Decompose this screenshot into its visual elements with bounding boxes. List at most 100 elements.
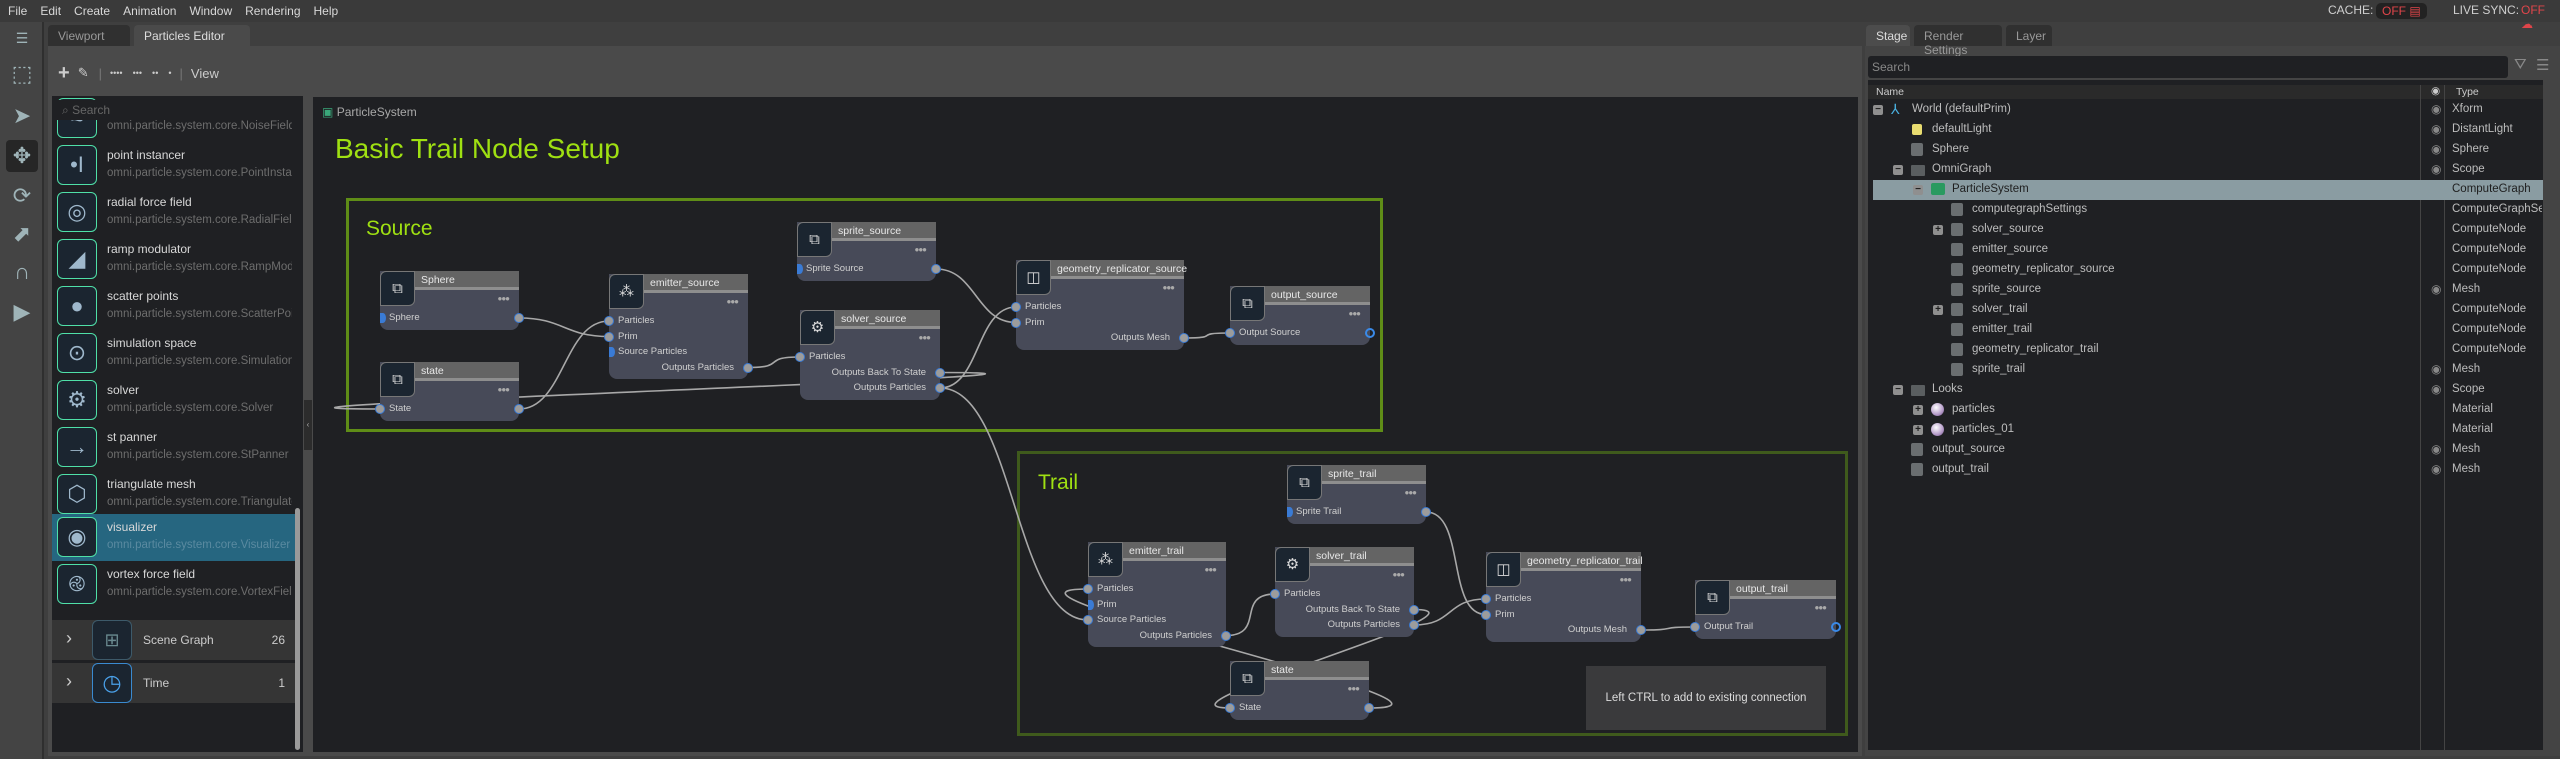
expand-plus-icon[interactable]: + <box>1913 405 1923 415</box>
rotate-icon[interactable]: ⟳ <box>6 180 38 212</box>
cache-toggle[interactable]: OFF ▤ <box>2376 3 2427 19</box>
node-menu-dots-icon[interactable]: ●●● <box>727 297 739 306</box>
graph-node[interactable]: solver_source ⚙ ●●● Particles Outputs Back… <box>795 310 945 400</box>
stage-tree-row[interactable]: − ⅄ World (defaultPrim) ◉ Xform <box>1873 100 2543 120</box>
visibility-eye-icon[interactable]: ◉ <box>2431 142 2441 156</box>
library-group[interactable]: › ◷ Time 1 <box>52 663 295 703</box>
node-menu-dots-icon[interactable]: ●●● <box>1393 570 1405 579</box>
play-icon[interactable]: ▶ <box>6 296 38 328</box>
stage-tree-row[interactable]: + solver_source ComputeNode <box>1873 220 2543 240</box>
collapse-minus-icon[interactable]: − <box>1893 385 1903 395</box>
graph-node[interactable]: sprite_source ⧉ ●●● Sprite Source <box>797 222 941 281</box>
output-port[interactable] <box>514 313 524 323</box>
stage-search-input[interactable]: Search <box>1868 56 2508 78</box>
output-port[interactable] <box>1409 604 1419 615</box>
menu-create[interactable]: Create <box>74 4 110 18</box>
node-menu-dots-icon[interactable]: ●●● <box>915 245 927 254</box>
input-port[interactable] <box>1088 599 1094 610</box>
collapse-library-handle[interactable]: ‹ <box>304 400 312 450</box>
visibility-eye-icon[interactable]: ◉ <box>2431 362 2441 376</box>
output-port[interactable] <box>1179 333 1189 343</box>
tab-viewport[interactable]: Viewport <box>48 25 130 46</box>
library-group[interactable]: › ⊞ Scene Graph 26 <box>52 620 295 660</box>
stage-tree-row[interactable]: + particles Material <box>1873 400 2543 420</box>
graph-node[interactable]: state ⧉ ●●● State <box>1225 661 1374 720</box>
graph-node[interactable]: emitter_trail ⁂ ●●● Particles Prim Source P… <box>1083 542 1231 647</box>
output-port[interactable] <box>1364 703 1374 713</box>
input-port[interactable] <box>1690 622 1700 632</box>
input-port[interactable] <box>795 352 805 362</box>
stage-tree-row[interactable]: defaultLight ◉ DistantLight <box>1873 120 2543 140</box>
library-item[interactable]: ◢ ramp modulator omni.particle.system.co… <box>52 236 295 283</box>
library-item[interactable]: ◉ visualizer omni.particle.system.core.V… <box>52 514 295 561</box>
library-item[interactable]: ⚙ solver omni.particle.system.core.Solve… <box>52 377 295 424</box>
output-port[interactable] <box>1221 630 1231 641</box>
input-port[interactable] <box>1225 703 1235 713</box>
input-port[interactable] <box>1481 594 1491 604</box>
visibility-eye-icon[interactable]: ◉ <box>2431 122 2441 136</box>
graph-node[interactable]: Sphere ⧉ ●●● Sphere <box>380 271 524 330</box>
library-item[interactable]: → st panner omni.particle.system.core.St… <box>52 424 295 471</box>
node-menu-dots-icon[interactable]: ●●● <box>498 385 510 394</box>
input-port[interactable] <box>1287 507 1293 517</box>
library-item[interactable]: ⬡ triangulate mesh omni.particle.system.… <box>52 471 295 518</box>
stage-tree-row[interactable]: + solver_trail ComputeNode <box>1873 300 2543 320</box>
menu-file[interactable]: File <box>8 4 27 18</box>
library-item[interactable]: ● scatter points omni.particle.system.co… <box>52 283 295 330</box>
library-search-input[interactable]: ⌕ Search <box>56 100 296 120</box>
node-menu-dots-icon[interactable]: ●●● <box>1163 283 1175 292</box>
stage-tree-row[interactable]: emitter_trail ComputeNode <box>1873 320 2543 340</box>
stage-tree-row[interactable]: output_trail ◉ Mesh <box>1873 460 2543 480</box>
output-port[interactable] <box>514 404 524 414</box>
stage-tree-row[interactable]: − ParticleSystem ComputeGraph <box>1873 180 2543 200</box>
visibility-eye-icon[interactable]: ◉ <box>2431 282 2441 296</box>
menu-window[interactable]: Window <box>189 4 232 18</box>
graph-node[interactable]: output_trail ⧉ ●●● Output Trail <box>1690 580 1841 639</box>
stage-tree-row[interactable]: Sphere ◉ Sphere <box>1873 140 2543 160</box>
menu-help[interactable]: Help <box>314 4 339 18</box>
connection-wire[interactable] <box>939 387 1089 621</box>
expand-plus-icon[interactable]: + <box>1933 305 1943 315</box>
visibility-column-eye-icon[interactable]: ◉ <box>2431 85 2440 97</box>
input-port[interactable] <box>1011 317 1021 328</box>
live-sync-toggle[interactable]: OFF ☁ <box>2521 3 2560 31</box>
connection-wire[interactable] <box>935 268 1017 324</box>
node-menu-dots-icon[interactable]: ●●● <box>1620 575 1632 584</box>
library-item[interactable]: ⊙ simulation space omni.particle.system.… <box>52 330 295 377</box>
menu-rendering[interactable]: Rendering <box>245 4 300 18</box>
visibility-eye-icon[interactable]: ◉ <box>2431 462 2441 476</box>
output-port[interactable] <box>1636 625 1646 635</box>
expand-plus-icon[interactable]: + <box>1933 225 1943 235</box>
stage-tree-row[interactable]: + particles_01 Material <box>1873 420 2543 440</box>
stage-tree-row[interactable]: geometry_replicator_source ComputeNode <box>1873 260 2543 280</box>
library-item[interactable]: •I point instancer omni.particle.system.… <box>52 142 295 189</box>
column-name[interactable]: Name <box>1876 86 1904 98</box>
output-port[interactable] <box>1831 622 1841 632</box>
input-port[interactable] <box>609 347 615 357</box>
connection-wire[interactable] <box>747 356 801 369</box>
edit-pencil-icon[interactable]: ✎ <box>78 65 89 81</box>
node-menu-dots-icon[interactable]: ●●● <box>498 294 510 303</box>
frame-cube-icon[interactable]: ⬚ <box>6 58 38 90</box>
collapse-minus-icon[interactable]: − <box>1913 185 1923 195</box>
stage-tree-row[interactable]: − OmniGraph ◉ Scope <box>1873 160 2543 180</box>
layout-dots-icon[interactable]: •• <box>152 68 158 78</box>
input-port[interactable] <box>1083 615 1093 625</box>
output-port[interactable] <box>931 264 941 274</box>
column-type[interactable]: Type <box>2456 86 2479 98</box>
connection-wire[interactable] <box>518 317 610 338</box>
visibility-eye-icon[interactable]: ◉ <box>2431 162 2441 176</box>
output-port[interactable] <box>1421 507 1431 517</box>
move-icon[interactable]: ✥ <box>6 140 38 172</box>
node-menu-dots-icon[interactable]: ●●● <box>1815 603 1827 612</box>
tab-layer[interactable]: Layer <box>2006 25 2052 46</box>
graph-node[interactable]: sprite_trail ⧉ ●●● Sprite Trail <box>1287 465 1431 524</box>
connection-wire[interactable] <box>1640 626 1696 631</box>
output-port[interactable] <box>935 383 945 393</box>
align-dots-icon[interactable]: •••• <box>110 68 123 78</box>
graph-node[interactable]: geometry_replicator_trail ◫ ●●● Particles… <box>1481 552 1646 642</box>
stage-tree-row[interactable]: output_source ◉ Mesh <box>1873 440 2543 460</box>
connection-wire[interactable] <box>1183 332 1231 339</box>
stage-tree-row[interactable]: computegraphSettings ComputeGraphSettings <box>1873 200 2543 220</box>
expand-plus-icon[interactable]: + <box>1913 425 1923 435</box>
